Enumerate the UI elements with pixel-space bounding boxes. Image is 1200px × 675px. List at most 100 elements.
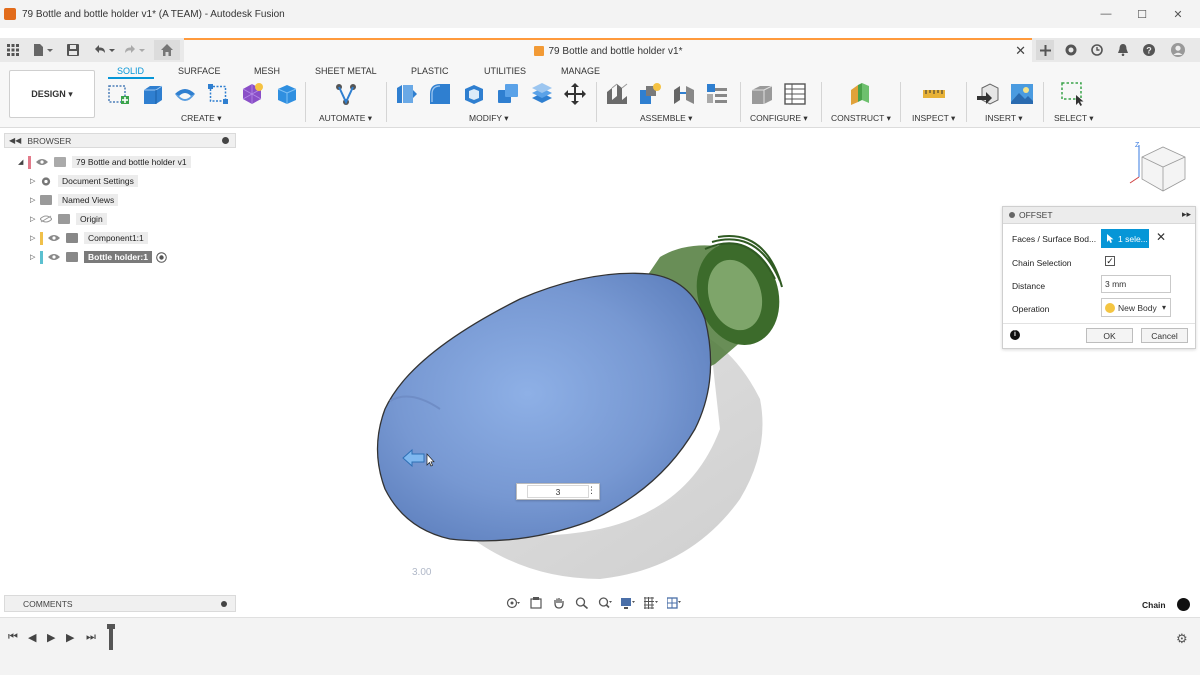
help-icon[interactable]: ? [1142,42,1156,58]
close-button[interactable]: ✕ [1160,0,1196,28]
job-status-icon[interactable] [1090,42,1104,58]
save-icon[interactable] [66,42,80,58]
orbit-icon[interactable] [506,597,520,609]
gear-icon[interactable]: ⚙ [1176,631,1188,647]
extrude-icon[interactable] [140,82,164,106]
move-copy-icon[interactable] [563,82,587,106]
offset-face-icon[interactable] [530,82,554,106]
step-forward-icon[interactable]: ▶ [66,631,74,644]
look-at-icon[interactable] [529,597,543,609]
visibility-eye-icon[interactable] [48,253,60,261]
automate-group-menu[interactable]: AUTOMATE ▾ [319,113,372,124]
user-avatar[interactable] [1170,42,1186,58]
tab-sheet-metal[interactable]: SHEET METAL [315,66,377,76]
canvas-distance-input[interactable]: 3 ⋮ [516,483,600,500]
sweep-icon[interactable] [206,82,230,106]
offset-plane-icon[interactable] [848,82,872,106]
expand-triangle-icon[interactable]: ◢ [18,158,28,166]
distance-input[interactable]: 3 mm [1101,275,1171,293]
press-pull-icon[interactable] [394,82,418,106]
close-tab-icon[interactable]: ✕ [1015,43,1026,59]
form-icon[interactable] [240,82,264,106]
tab-solid[interactable]: SOLID [117,66,144,76]
joint-origin-icon[interactable] [705,82,729,106]
ok-button[interactable]: OK [1086,328,1133,343]
create-group-menu[interactable]: CREATE ▾ [181,113,221,124]
modify-group-menu[interactable]: MODIFY ▾ [469,113,509,124]
assemble-group-menu[interactable]: ASSEMBLE ▾ [640,113,692,124]
collapse-chevron-icon[interactable]: ◀◀ [9,136,21,145]
display-settings-icon[interactable] [621,597,635,609]
browser-item-origin[interactable]: ▷ Origin [30,211,107,227]
step-back-icon[interactable]: ◀ [28,631,36,644]
maximize-button[interactable]: ☐ [1124,0,1160,28]
undo-icon[interactable] [92,42,116,58]
comments-panel[interactable]: COMMENTS [4,595,236,612]
selected-face-body[interactable] [376,272,712,542]
configure-group-menu[interactable]: CONFIGURE ▾ [750,113,808,124]
browser-item-bottle-holder[interactable]: ▷ Bottle holder:1 [30,249,167,265]
browser-item-root[interactable]: ◢ 79 Bottle and bottle holder v1 [18,154,191,170]
go-to-start-icon[interactable]: ⏮ [8,631,18,644]
automate-icon[interactable] [334,82,358,106]
tab-manage[interactable]: MANAGE [561,66,600,76]
cancel-button[interactable]: Cancel [1141,328,1188,343]
browser-item-document-settings[interactable]: ▷ Document Settings [30,173,138,189]
expand-dialog-icon[interactable]: ▸▸ [1182,209,1191,220]
home-icon[interactable] [154,40,180,60]
tab-plastic[interactable]: PLASTIC [411,66,449,76]
box-icon[interactable] [275,82,299,106]
go-to-end-icon[interactable]: ⏭ [86,631,96,644]
app-grid-icon[interactable] [6,42,20,58]
expand-triangle-icon[interactable]: ▷ [30,177,40,185]
viewports-icon[interactable] [667,597,681,609]
fit-zoom-icon[interactable] [598,597,612,609]
new-tab-icon[interactable] [1036,40,1054,60]
measure-icon[interactable] [922,82,946,106]
configure-icon[interactable] [750,82,774,106]
expand-triangle-icon[interactable]: ▷ [30,253,40,261]
model-scene[interactable]: Z [0,129,1200,617]
faces-selection-button[interactable]: 1 sele... [1101,229,1149,248]
pin-dot-icon[interactable] [221,601,227,607]
expand-triangle-icon[interactable]: ▷ [30,234,40,242]
visibility-eye-icon[interactable] [36,158,48,166]
browser-item-named-views[interactable]: ▷ Named Views [30,192,119,208]
selection-window-icon[interactable] [1061,82,1085,106]
shell-icon[interactable] [462,82,486,106]
file-menu-icon[interactable] [32,42,54,58]
offset-dialog-header[interactable]: OFFSET ▸▸ [1003,207,1195,224]
extensions-icon[interactable] [1064,42,1078,58]
browser-header[interactable]: ◀◀ BROWSER [4,133,236,148]
view-cube[interactable]: Z [1129,142,1186,192]
more-options-icon[interactable]: ⋮ [587,485,596,496]
as-built-joint-icon[interactable] [672,82,696,106]
insert-canvas-icon[interactable] [1010,82,1034,106]
grid-settings-icon[interactable] [644,597,658,609]
minimize-button[interactable]: — [1088,0,1124,28]
configuration-table-icon[interactable] [783,82,807,106]
timeline-marker[interactable] [107,624,115,650]
zoom-icon[interactable] [575,597,589,609]
insert-derive-icon[interactable] [976,82,1000,106]
new-component-icon[interactable] [605,82,629,106]
construct-group-menu[interactable]: CONSTRUCT ▾ [831,113,891,124]
expand-triangle-icon[interactable]: ▷ [30,215,40,223]
tab-surface[interactable]: SURFACE [178,66,221,76]
revolve-icon[interactable] [173,82,197,106]
select-group-menu[interactable]: SELECT ▾ [1054,113,1094,124]
redo-icon[interactable] [122,42,146,58]
tab-utilities[interactable]: UTILITIES [484,66,526,76]
insert-group-menu[interactable]: INSERT ▾ [985,113,1023,124]
visibility-eye-icon[interactable] [48,234,60,242]
clear-selection-icon[interactable]: ✕ [1156,230,1166,244]
joint-icon[interactable] [638,82,662,106]
tab-mesh[interactable]: MESH [254,66,280,76]
activate-radio-icon[interactable] [156,251,167,263]
workspace-switcher[interactable]: DESIGN ▾ [9,70,95,118]
browser-item-component1[interactable]: ▷ Component1:1 [30,230,148,246]
hidden-eye-icon[interactable] [40,215,52,223]
notifications-icon[interactable] [1116,42,1130,58]
viewport-canvas[interactable]: Z 3.00 [0,129,1200,617]
pan-hand-icon[interactable] [552,597,566,609]
